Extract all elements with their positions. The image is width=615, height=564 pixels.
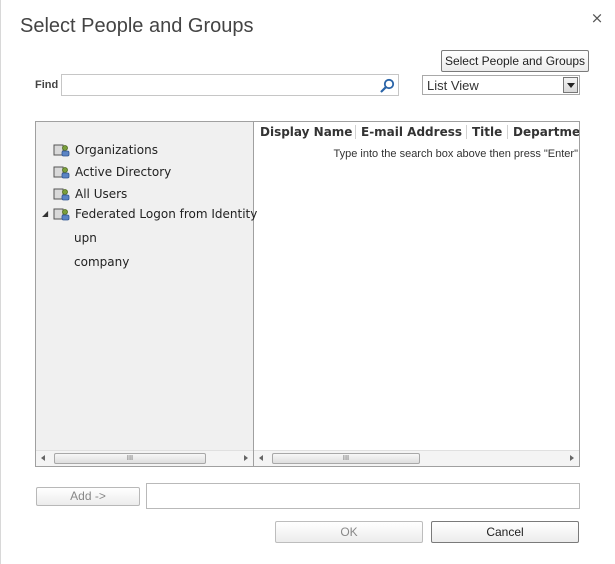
scroll-thumb[interactable]: III bbox=[54, 453, 206, 464]
tree-child-upn[interactable]: upn bbox=[74, 228, 97, 248]
tree-item-organizations[interactable]: Organizations bbox=[36, 140, 251, 160]
column-header-display-name[interactable]: Display Name bbox=[260, 122, 352, 142]
find-input[interactable] bbox=[64, 77, 374, 93]
scroll-thumb[interactable]: III bbox=[272, 453, 420, 464]
scroll-left-icon[interactable] bbox=[41, 455, 45, 461]
tree-item-label: All Users bbox=[75, 187, 128, 201]
results-grid: Display Name E-mail Address Title Depart… bbox=[254, 122, 579, 466]
tree-item-federated-logon[interactable]: ◢ Federated Logon from Identity bbox=[36, 204, 257, 224]
add-button[interactable]: Add -> bbox=[36, 487, 140, 506]
dropdown-arrow-icon[interactable] bbox=[563, 77, 578, 93]
select-people-dialog: Select People and Groups × Select People… bbox=[0, 0, 615, 564]
view-select[interactable]: List View bbox=[422, 75, 580, 95]
tree-item-label: Active Directory bbox=[75, 165, 172, 179]
view-select-value: List View bbox=[427, 78, 479, 93]
directory-tree: Organizations Active Directory All Users bbox=[36, 122, 257, 466]
find-field[interactable] bbox=[61, 74, 399, 96]
column-header-title[interactable]: Title bbox=[472, 122, 502, 142]
tree-item-label: Organizations bbox=[75, 143, 158, 157]
group-icon bbox=[53, 208, 70, 221]
column-separator bbox=[507, 125, 508, 139]
scroll-right-icon[interactable] bbox=[570, 455, 574, 461]
column-separator bbox=[355, 125, 356, 139]
tree-item-all-users[interactable]: All Users bbox=[36, 184, 251, 204]
search-icon[interactable] bbox=[380, 78, 395, 93]
search-hint-text: Type into the search box above then pres… bbox=[333, 148, 578, 160]
selected-items-field[interactable] bbox=[146, 483, 580, 509]
results-horizontal-scrollbar[interactable]: III bbox=[254, 450, 579, 466]
scroll-left-icon[interactable] bbox=[259, 455, 263, 461]
column-header-email[interactable]: E-mail Address bbox=[361, 122, 462, 142]
tree-child-company[interactable]: company bbox=[74, 252, 129, 272]
tree-item-active-directory[interactable]: Active Directory bbox=[36, 162, 251, 182]
dialog-left-border bbox=[0, 0, 1, 564]
column-separator bbox=[466, 125, 467, 139]
group-icon bbox=[53, 166, 70, 179]
tree-item-label: Federated Logon from Identity bbox=[75, 207, 258, 221]
cancel-button[interactable]: Cancel bbox=[431, 521, 579, 543]
expanded-triangle-icon[interactable]: ◢ bbox=[42, 204, 48, 224]
select-people-groups-button[interactable]: Select People and Groups bbox=[441, 50, 589, 72]
ok-button[interactable]: OK bbox=[275, 521, 423, 543]
scroll-right-icon[interactable] bbox=[244, 455, 248, 461]
close-icon[interactable]: × bbox=[590, 10, 604, 26]
group-icon bbox=[53, 144, 70, 157]
tree-horizontal-scrollbar[interactable]: III bbox=[36, 450, 253, 466]
results-panel: Organizations Active Directory All Users bbox=[35, 121, 580, 467]
find-label: Find bbox=[35, 79, 59, 91]
group-icon bbox=[53, 188, 70, 201]
dialog-title: Select People and Groups bbox=[20, 15, 254, 37]
column-header-department[interactable]: Department bbox=[513, 122, 579, 142]
